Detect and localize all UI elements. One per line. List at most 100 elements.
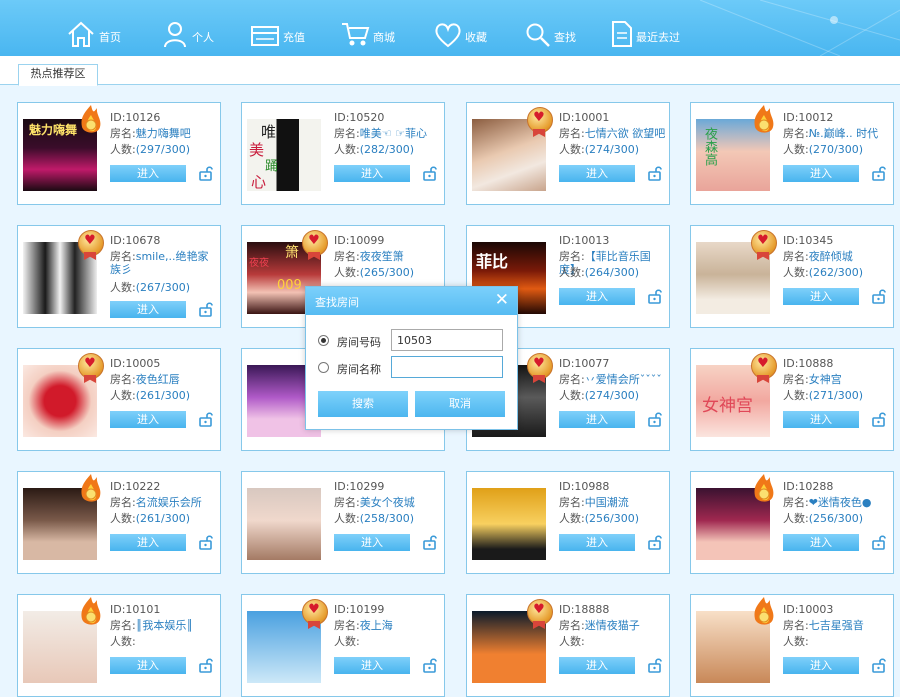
room-card[interactable]: ♥ ID:18888 房名:迷情夜猫子 人数: 进入 xyxy=(466,594,670,697)
unlock-icon[interactable] xyxy=(422,534,438,550)
thumb-caption: 踊 xyxy=(265,159,279,174)
unlock-icon[interactable] xyxy=(198,411,214,427)
room-name: 房名:夜醉倾城 xyxy=(783,250,853,263)
unlock-icon[interactable] xyxy=(647,411,663,427)
nav-search[interactable]: 查找 xyxy=(525,14,576,48)
room-id: ID:10345 xyxy=(783,234,834,247)
enter-room-button[interactable]: 进入 xyxy=(783,534,859,551)
room-card[interactable]: 女神宫 ♥ ID:10888 房名:女神宫 人数:(271/300) 进入 xyxy=(690,348,894,451)
enter-room-button[interactable]: 进入 xyxy=(334,165,410,182)
nav-home[interactable]: 首页 xyxy=(66,14,121,48)
unlock-icon[interactable] xyxy=(198,301,214,317)
enter-room-button[interactable]: 进入 xyxy=(110,657,186,674)
unlock-icon[interactable] xyxy=(422,165,438,181)
room-card[interactable]: 唯美踊心 ID:10520 房名:唯美☜ ☞菲心 人数:(282/300) 进入 xyxy=(241,102,445,205)
room-id: ID:18888 xyxy=(559,603,610,616)
medal-icon: ♥ xyxy=(749,228,779,260)
room-card[interactable]: ♥ ID:10001 房名:七情六欲 欲望吧 人数:(274/300) 进入 xyxy=(466,102,670,205)
radio-room-number[interactable] xyxy=(318,335,329,346)
room-count: 人数:(258/300) xyxy=(334,512,414,525)
thumb-caption: 009 xyxy=(277,278,302,293)
unlock-icon[interactable] xyxy=(647,657,663,673)
unlock-icon[interactable] xyxy=(871,534,887,550)
enter-room-button[interactable]: 进入 xyxy=(783,288,859,305)
room-count: 人数:(270/300) xyxy=(783,143,863,156)
unlock-icon[interactable] xyxy=(871,288,887,304)
enter-room-button[interactable]: 进入 xyxy=(110,411,186,428)
enter-room-button[interactable]: 进入 xyxy=(783,657,859,674)
heart-icon xyxy=(435,23,461,48)
enter-room-button[interactable]: 进入 xyxy=(559,657,635,674)
room-count: 人数:(267/300) xyxy=(110,281,190,294)
unlock-icon[interactable] xyxy=(871,165,887,181)
nav-recent[interactable]: 最近去过 xyxy=(611,14,680,48)
unlock-icon[interactable] xyxy=(647,165,663,181)
unlock-icon[interactable] xyxy=(647,534,663,550)
enter-room-button[interactable]: 进入 xyxy=(559,411,635,428)
room-card[interactable]: ID:10222 房名:名流娱乐会所 人数:(261/300) 进入 xyxy=(17,471,221,574)
room-card[interactable]: ♥ ID:10345 房名:夜醉倾城 人数:(262/300) 进入 xyxy=(690,225,894,328)
enter-room-button[interactable]: 进入 xyxy=(110,534,186,551)
medal-icon: ♥ xyxy=(76,228,106,260)
enter-room-button[interactable]: 进入 xyxy=(334,534,410,551)
room-number-input[interactable] xyxy=(391,329,503,351)
unlock-icon[interactable] xyxy=(422,657,438,673)
tab-bar: 热点推荐区 xyxy=(0,56,900,86)
room-name: 房名:中国潮流 xyxy=(559,496,629,509)
room-id: ID:10101 xyxy=(110,603,161,616)
room-card[interactable]: 魅力嗨舞 ID:10126 房名:魅力嗨舞吧 人数:(297/300) 进入 xyxy=(17,102,221,205)
room-id: ID:10520 xyxy=(334,111,385,124)
enter-room-button[interactable]: 进入 xyxy=(559,288,635,305)
tab-hot-recommend[interactable]: 热点推荐区 xyxy=(18,64,98,86)
room-count: 人数:(271/300) xyxy=(783,389,863,402)
unlock-icon[interactable] xyxy=(198,657,214,673)
flame-badge-icon xyxy=(81,474,101,502)
nav-favorites[interactable]: 收藏 xyxy=(434,14,487,48)
room-id: ID:10199 xyxy=(334,603,385,616)
cancel-button[interactable]: 取消 xyxy=(415,391,505,417)
enter-room-button[interactable]: 进入 xyxy=(110,301,186,318)
unlock-icon[interactable] xyxy=(871,411,887,427)
search-button[interactable]: 搜索 xyxy=(318,391,408,417)
room-name: 房名:女神宫 xyxy=(783,373,842,386)
room-id: ID:10222 xyxy=(110,480,161,493)
room-card[interactable]: ID:10003 房名:七吉星强音 人数: 进入 xyxy=(690,594,894,697)
room-card[interactable]: ♥ ID:10199 房名:夜上海 人数: 进入 xyxy=(241,594,445,697)
nav-mall[interactable]: 商城 xyxy=(340,14,395,48)
enter-room-button[interactable]: 进入 xyxy=(783,165,859,182)
room-id: ID:10077 xyxy=(559,357,610,370)
room-name-input[interactable] xyxy=(391,356,503,378)
room-id: ID:10012 xyxy=(783,111,834,124)
enter-room-button[interactable]: 进入 xyxy=(559,165,635,182)
room-count: 人数:(274/300) xyxy=(559,389,639,402)
enter-room-button[interactable]: 进入 xyxy=(559,534,635,551)
room-thumbnail xyxy=(247,488,321,560)
nav-search-label: 查找 xyxy=(554,31,576,44)
room-card[interactable]: ID:10299 房名:美女个夜城 人数:(258/300) 进入 xyxy=(241,471,445,574)
room-id: ID:10001 xyxy=(559,111,610,124)
unlock-icon[interactable] xyxy=(198,165,214,181)
unlock-icon[interactable] xyxy=(871,657,887,673)
nav-recharge[interactable]: 充值 xyxy=(250,14,305,48)
enter-room-button[interactable]: 进入 xyxy=(110,165,186,182)
enter-room-button[interactable]: 进入 xyxy=(334,657,410,674)
room-card[interactable]: ID:10988 房名:中国潮流 人数:(256/300) 进入 xyxy=(466,471,670,574)
unlock-icon[interactable] xyxy=(647,288,663,304)
room-card[interactable]: ♥ ID:10678 房名:smile,..绝艳家族彡 人数:(267/300) 进入 xyxy=(17,225,221,328)
room-name: 房名:七吉星强音 xyxy=(783,619,864,632)
unlock-icon[interactable] xyxy=(198,534,214,550)
flame-badge-icon xyxy=(81,105,101,133)
room-card[interactable]: ♥ ID:10005 房名:夜色红唇 人数:(261/300) 进入 xyxy=(17,348,221,451)
room-name: 房名:夜上海 xyxy=(334,619,393,632)
room-name: 房名:名流娱乐会所 xyxy=(110,496,202,509)
medal-icon: ♥ xyxy=(300,597,330,629)
nav-profile[interactable]: 个人 xyxy=(163,14,214,48)
close-icon[interactable]: ✕ xyxy=(495,291,509,309)
room-count: 人数:(282/300) xyxy=(334,143,414,156)
room-card[interactable]: ID:10288 房名:❤迷情夜色● 人数:(256/300) 进入 xyxy=(690,471,894,574)
radio-room-name[interactable] xyxy=(318,362,329,373)
enter-room-button[interactable]: 进入 xyxy=(783,411,859,428)
room-card[interactable]: ID:10101 房名:║我本娱乐║ 人数: 进入 xyxy=(17,594,221,697)
room-card[interactable]: 夜森高 ID:10012 房名:№.巅峰.. 时代 人数:(270/300) 进入 xyxy=(690,102,894,205)
search-icon xyxy=(526,23,550,47)
